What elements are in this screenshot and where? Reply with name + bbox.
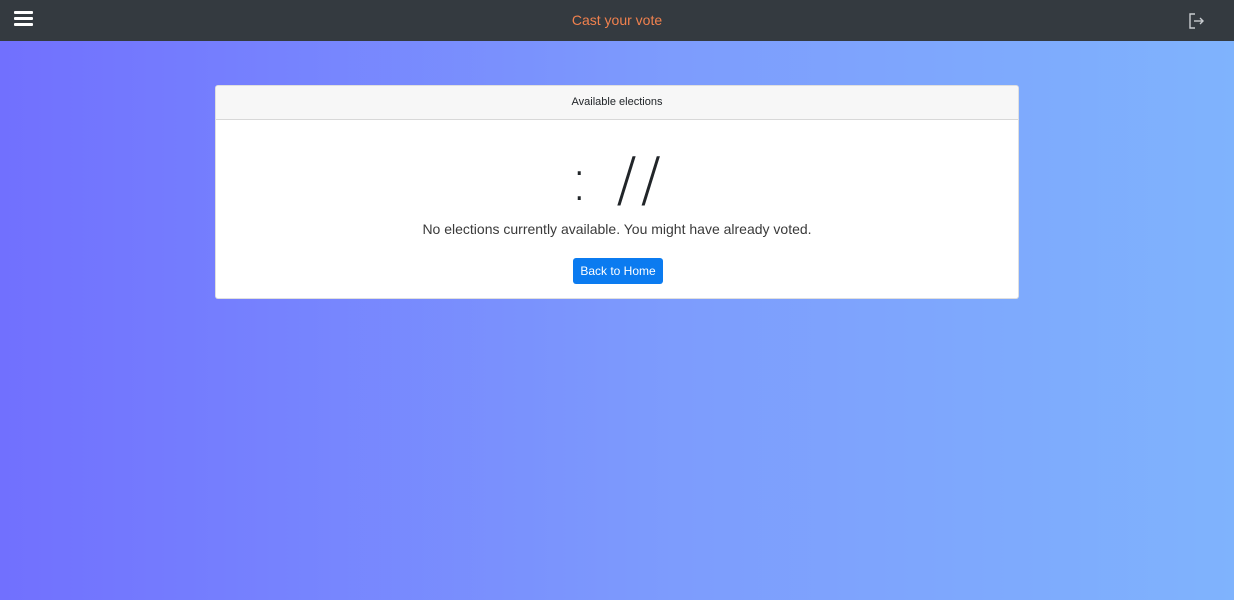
- back-to-home-button[interactable]: Back to Home: [573, 258, 663, 284]
- top-navbar: Cast your vote: [0, 0, 1234, 41]
- logout-icon[interactable]: [1186, 11, 1206, 31]
- card-header: Available elections: [216, 86, 1018, 120]
- card-body: : // No elections currently available. Y…: [216, 120, 1018, 298]
- app-title: Cast your vote: [571, 12, 663, 28]
- elections-card: Available elections : // No elections cu…: [215, 85, 1019, 299]
- sad-emoticon: : //: [569, 145, 665, 215]
- empty-state-message: No elections currently available. You mi…: [422, 221, 812, 237]
